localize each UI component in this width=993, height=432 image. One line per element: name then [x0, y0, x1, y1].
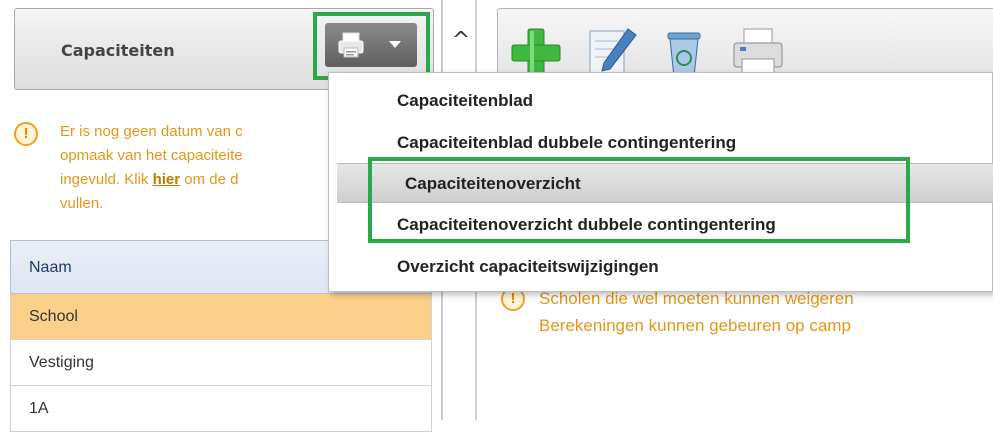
warning-text: ingevuld. Klik [60, 171, 153, 188]
hier-link[interactable]: hier [153, 171, 181, 188]
menu-item-overzicht-capaciteitswijzigingen[interactable]: Overzicht capaciteitswijzigingen [329, 247, 989, 287]
print-button-highlight [313, 12, 430, 80]
warning-line: Berekeningen kunnen gebeuren op camp [539, 316, 851, 335]
collapse-button[interactable]: ^ [448, 28, 474, 53]
menu-items-highlight [368, 157, 910, 243]
warning-text: om de d [180, 171, 239, 188]
warning-line: Er is nog geen datum van c [60, 123, 243, 140]
table-row[interactable]: 1A [10, 386, 432, 432]
warning-line: ingevuld. Klik hier om de d [60, 168, 360, 192]
table-row[interactable]: Vestiging [10, 340, 432, 386]
warning-line: vullen. [60, 195, 104, 212]
warning-line: opmaak van het capaciteite [60, 147, 243, 164]
menu-item-capaciteitenblad[interactable]: Capaciteitenblad [329, 81, 989, 121]
warning-icon: ! [14, 122, 38, 146]
panel-title: Capaciteiten [61, 41, 175, 60]
table-row[interactable]: School [10, 294, 432, 340]
